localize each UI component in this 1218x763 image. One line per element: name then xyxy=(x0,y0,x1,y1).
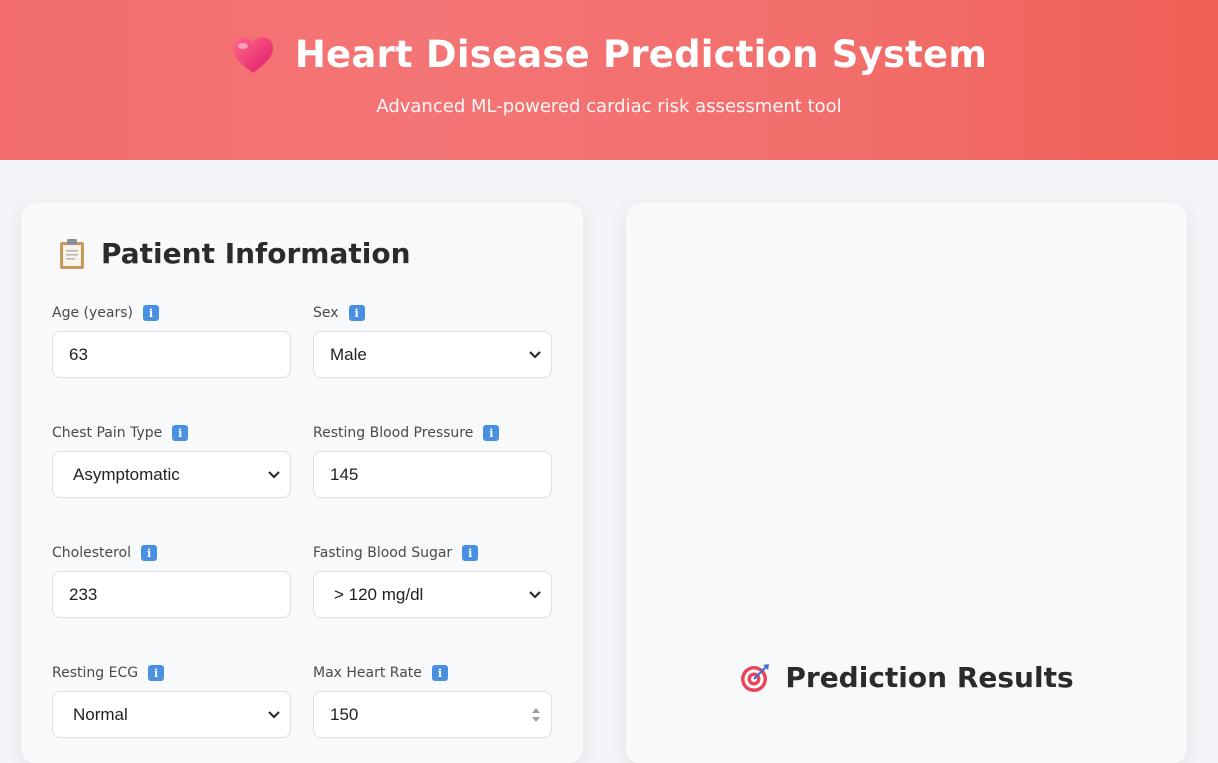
max-hr-label: Max Heart Rate xyxy=(313,665,422,681)
resting-bp-input[interactable]: 145 xyxy=(313,451,552,498)
resting-bp-value: 145 xyxy=(330,464,359,484)
resting-bp-label-row: Resting Blood Pressure i xyxy=(313,423,552,443)
chevron-down-icon xyxy=(529,590,541,598)
heart-icon xyxy=(232,36,273,73)
age-value: 63 xyxy=(69,344,88,364)
resting-ecg-label: Resting ECG xyxy=(52,665,139,681)
results-heading: Prediction Results xyxy=(626,661,1187,694)
max-hr-label-row: Max Heart Rate i xyxy=(313,663,552,683)
fasting-bs-field-group: Fasting Blood Sugar i > 120 mg/dl xyxy=(313,543,552,618)
patient-info-heading: Patient Information xyxy=(57,237,411,270)
sex-label-row: Sex i xyxy=(313,303,552,323)
age-field-group: Age (years) i 63 xyxy=(52,303,291,378)
chest-pain-value: Asymptomatic xyxy=(73,464,180,484)
patient-info-title: Patient Information xyxy=(101,237,411,270)
chevron-down-icon xyxy=(268,470,280,478)
chest-pain-label-row: Chest Pain Type i xyxy=(52,423,291,443)
target-icon xyxy=(741,663,770,692)
cholesterol-label-row: Cholesterol i xyxy=(52,543,291,563)
resting-ecg-value: Normal xyxy=(73,704,128,724)
info-icon[interactable]: i xyxy=(348,305,365,321)
app-header: Heart Disease Prediction System Advanced… xyxy=(0,0,1218,160)
info-icon[interactable]: i xyxy=(148,665,165,681)
cholesterol-label: Cholesterol xyxy=(52,545,132,561)
cholesterol-value: 233 xyxy=(69,584,98,604)
chevron-down-icon xyxy=(529,350,541,358)
resting-bp-field-group: Resting Blood Pressure i 145 xyxy=(313,423,552,498)
chest-pain-field-group: Chest Pain Type i Asymptomatic xyxy=(52,423,291,498)
resting-ecg-field-group: Resting ECG i Normal xyxy=(52,663,291,738)
info-icon[interactable]: i xyxy=(483,425,500,441)
max-hr-field-group: Max Heart Rate i 150 xyxy=(313,663,552,738)
max-hr-value: 150 xyxy=(330,704,359,724)
cholesterol-field-group: Cholesterol i 233 xyxy=(52,543,291,618)
resting-ecg-select[interactable]: Normal xyxy=(52,691,291,738)
page-title: Heart Disease Prediction System xyxy=(294,33,988,76)
cholesterol-input[interactable]: 233 xyxy=(52,571,291,618)
clipboard-icon xyxy=(60,238,84,269)
info-icon[interactable]: i xyxy=(172,425,189,441)
max-hr-input[interactable]: 150 xyxy=(313,691,552,738)
chest-pain-label: Chest Pain Type xyxy=(52,425,163,441)
resting-bp-label: Resting Blood Pressure xyxy=(313,425,474,441)
info-icon[interactable]: i xyxy=(431,665,448,681)
age-label: Age (years) xyxy=(52,305,133,321)
results-card: Prediction Results xyxy=(626,203,1187,763)
sex-field-group: Sex i Male xyxy=(313,303,552,378)
fasting-bs-value: > 120 mg/dl xyxy=(334,584,424,604)
sex-select[interactable]: Male xyxy=(313,331,552,378)
sex-value: Male xyxy=(330,344,367,364)
fasting-bs-label: Fasting Blood Sugar xyxy=(313,545,453,561)
sex-label: Sex xyxy=(313,305,339,321)
age-label-row: Age (years) i xyxy=(52,303,291,323)
chevron-down-icon xyxy=(268,710,280,718)
fasting-bs-label-row: Fasting Blood Sugar i xyxy=(313,543,552,563)
chest-pain-select[interactable]: Asymptomatic xyxy=(52,451,291,498)
age-input[interactable]: 63 xyxy=(52,331,291,378)
info-icon[interactable]: i xyxy=(141,545,158,561)
results-title: Prediction Results xyxy=(785,661,1074,694)
resting-ecg-label-row: Resting ECG i xyxy=(52,663,291,683)
fasting-bs-select[interactable]: > 120 mg/dl xyxy=(313,571,552,618)
header-title-row: Heart Disease Prediction System xyxy=(0,33,1218,76)
info-icon[interactable]: i xyxy=(142,305,159,321)
page-subtitle: Advanced ML-powered cardiac risk assessm… xyxy=(376,96,842,117)
info-icon[interactable]: i xyxy=(462,545,479,561)
patient-info-card: Patient Information Age (years) i 63 Sex… xyxy=(21,203,583,763)
